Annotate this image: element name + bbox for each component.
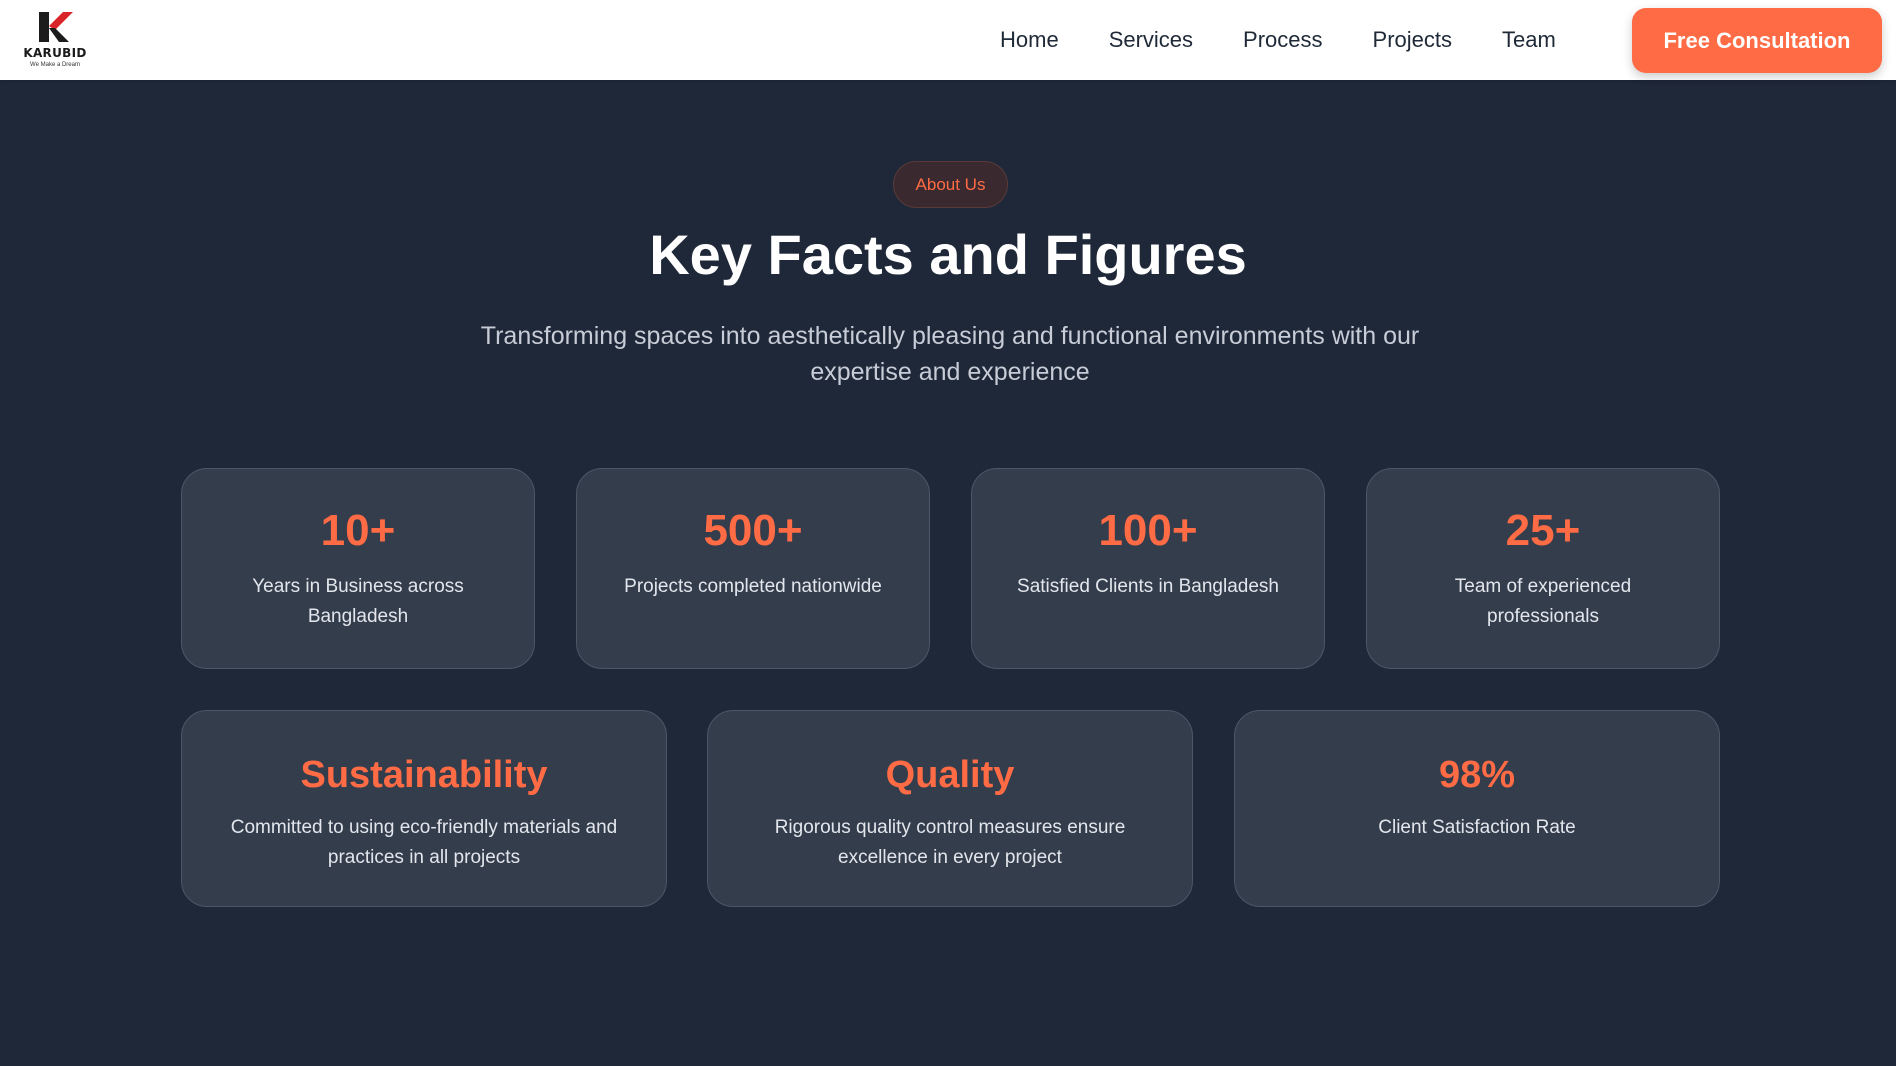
section-badge: About Us — [893, 161, 1008, 208]
nav-link-team[interactable]: Team — [1502, 27, 1556, 53]
feature-card-sustainability: Sustainability Committed to using eco-fr… — [181, 710, 667, 907]
stat-card-projects: 500+ Projects completed nationwide — [576, 468, 930, 669]
nav-links: Home Services Process Projects Team — [1000, 0, 1556, 80]
stat-card-years: 10+ Years in Business across Bangladesh — [181, 468, 535, 669]
stat-card-team: 25+ Team of experienced professionals — [1366, 468, 1720, 669]
section-title: Key Facts and Figures — [649, 223, 1247, 286]
nav-link-process[interactable]: Process — [1243, 27, 1322, 53]
stat-value: 10+ — [320, 506, 396, 555]
feature-title: Quality — [885, 754, 1015, 796]
stat-card-clients: 100+ Satisfied Clients in Bangladesh — [971, 468, 1325, 669]
stat-description: Satisfied Clients in Bangladesh — [1017, 576, 1279, 597]
logo-tagline: We Make a Dream — [30, 62, 80, 68]
stat-value: 25+ — [1505, 506, 1581, 555]
navbar: KARUBID We Make a Dream Home Services Pr… — [0, 0, 1896, 80]
feature-title: Sustainability — [300, 754, 548, 796]
stat-value: 500+ — [703, 506, 803, 555]
logo[interactable]: KARUBID We Make a Dream — [20, 10, 90, 70]
feature-description: Client Satisfaction Rate — [1378, 817, 1576, 838]
feature-description: Rigorous quality control measures ensure… — [774, 817, 1126, 868]
stat-description: Projects completed nationwide — [624, 576, 882, 597]
stat-value: 100+ — [1098, 506, 1198, 555]
stat-description: Years in Business across Bangladesh — [252, 576, 464, 627]
feature-card-quality: Quality Rigorous quality control measure… — [707, 710, 1193, 907]
nav-link-services[interactable]: Services — [1109, 27, 1193, 53]
feature-description: Committed to using eco-friendly material… — [230, 817, 618, 868]
free-consultation-button[interactable]: Free Consultation — [1632, 8, 1882, 73]
feature-title: 98% — [1438, 754, 1516, 796]
feature-card-satisfaction: 98% Client Satisfaction Rate — [1234, 710, 1720, 907]
logo-wordmark: KARUBID — [23, 46, 87, 60]
section-subtitle: Transforming spaces into aesthetically p… — [480, 322, 1420, 386]
stat-description: Team of experienced professionals — [1454, 576, 1632, 627]
logo-k-icon — [39, 12, 73, 42]
nav-link-projects[interactable]: Projects — [1373, 27, 1452, 53]
nav-link-home[interactable]: Home — [1000, 27, 1059, 53]
